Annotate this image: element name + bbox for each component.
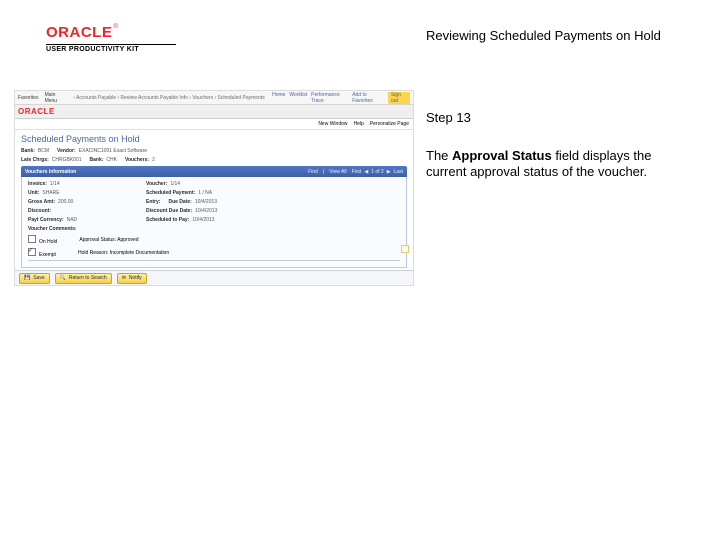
app-screenshot: Favorites Main Menu › Accounts Payable ›… [14, 90, 414, 286]
logo-subtitle: USER PRODUCTIVITY KIT [46, 46, 176, 53]
approvalstatus-value: Approved [117, 237, 138, 243]
notify-icon: ✉ [122, 275, 126, 281]
vendor-label: Vendor: [57, 148, 76, 154]
favorites-menu[interactable]: Favorites [18, 95, 39, 101]
hold-line-1: On Hold Approval Status: Approved [28, 235, 400, 245]
grid-viewall-link[interactable]: View All [329, 169, 346, 175]
addfavorites-link[interactable]: Add to Favorites [352, 92, 384, 104]
return-button[interactable]: 🔍Return to Search [55, 273, 112, 284]
pager-last[interactable]: Last [394, 169, 403, 175]
step-label: Step 13 [426, 110, 471, 125]
page-title: Reviewing Scheduled Payments on Hold [426, 28, 686, 43]
latechrgs-value: CHRGBK001 [52, 157, 82, 163]
hold-line-2: Exempt Hold Reason: Incomplete Documenta… [28, 248, 400, 258]
desc-bold: Approval Status [452, 148, 552, 163]
approvalstatus-label: Approval Status: [79, 237, 116, 243]
save-button[interactable]: 💾Save [19, 273, 50, 284]
vouchers-value: 2 [152, 157, 155, 163]
main-menu[interactable]: Main Menu [45, 92, 68, 104]
action-bar: 💾Save 🔍Return to Search ✉Notify [15, 270, 413, 285]
search-icon: 🔍 [60, 275, 66, 281]
holdreason-value: Incomplete Documentation [110, 250, 169, 256]
voucher-value: 1/14 [170, 181, 180, 187]
section-divider [28, 260, 400, 261]
resizer-handle[interactable] [401, 245, 409, 253]
form-title: Scheduled Payments on Hold [21, 134, 407, 144]
bankacct-value: CHK [106, 157, 117, 163]
unit-label: Unit: [28, 190, 39, 196]
grid-body: Invoice: 1/14 Voucher: 1/14 Unit: SHARE … [21, 177, 407, 268]
schedpay-label: Scheduled Payment: [146, 190, 195, 196]
grid-controls: Find | View All First ◀ 1 of 2 ▶ Last [308, 169, 403, 175]
notify-button[interactable]: ✉Notify [117, 273, 147, 284]
paycur-value: NAD [67, 217, 78, 223]
notify-button-label: Notify [129, 275, 142, 281]
schedtopay-label: Scheduled to Pay: [146, 217, 189, 223]
grid-find-link[interactable]: Find [308, 169, 318, 175]
page-body: Scheduled Payments on Hold Bank: BCM Ven… [15, 130, 413, 271]
vouchers-label: Vouchers: [125, 157, 149, 163]
voucher-label: Voucher: [146, 181, 167, 187]
home-link[interactable]: Home [272, 92, 285, 104]
discduedate-value: 10/4/2013 [195, 208, 217, 214]
vendor-value: EXACINC1001 Exact Software [79, 148, 147, 154]
brand-name: ORACLE [46, 24, 112, 41]
desc-prefix: The [426, 148, 452, 163]
onhold-label: On Hold [39, 239, 57, 245]
return-button-label: Return to Search [69, 275, 107, 281]
latechrgs-label: Late Chrgs: [21, 157, 49, 163]
step-description: The Approval Status field displays the c… [426, 148, 676, 181]
worklist-link[interactable]: Worklist [289, 92, 307, 104]
entry-label: Entry: [146, 199, 160, 205]
bank-value: BCM [38, 148, 49, 154]
bank-label: Bank: [21, 148, 35, 154]
save-button-label: Save [33, 275, 44, 281]
pager-count: 1 of 2 [371, 169, 384, 175]
bankacct-label: Bank: [90, 157, 104, 163]
page-toolbar: New Window Help Personalize Page [15, 119, 413, 130]
gross-label: Gross Amt: [28, 199, 55, 205]
perftrace-link[interactable]: Performance Trace [311, 92, 348, 104]
help-link[interactable]: Help [354, 121, 364, 127]
grid-title: Vouchers Information [25, 169, 76, 175]
duedate-label: Due Date: [168, 199, 191, 205]
meta-row-1: Bank: BCM Vendor: EXACINC1001 Exact Soft… [21, 148, 407, 154]
signout-button[interactable]: Sign out [388, 92, 410, 104]
invoice-value: 1/14 [50, 181, 60, 187]
schedtopay-value: 10/4/2013 [192, 217, 214, 223]
oracle-mini-logo: ORACLE [18, 107, 55, 116]
invoice-label: Invoice: [28, 181, 47, 187]
duedate-value: 10/4/2013 [195, 199, 217, 205]
comments-label: Voucher Comments: [28, 226, 77, 232]
breadcrumb: › Accounts Payable › Review Accounts Pay… [73, 95, 266, 101]
newwindow-link[interactable]: New Window [318, 121, 347, 127]
topbar-links: Home Worklist Performance Trace Add to F… [272, 92, 410, 104]
save-icon: 💾 [24, 275, 30, 281]
exempt-checkbox[interactable] [28, 248, 36, 256]
onhold-checkbox[interactable] [28, 235, 36, 243]
logo-rule [46, 44, 176, 45]
holdreason-label: Hold Reason: [78, 250, 108, 256]
personalize-link[interactable]: Personalize Page [370, 121, 409, 127]
grid-header: Vouchers Information Find | View All Fir… [21, 166, 407, 177]
unit-value: SHARE [42, 190, 59, 196]
oracle-upk-logo: ORACLE® USER PRODUCTIVITY KIT [46, 24, 176, 53]
pager-first[interactable]: First [352, 169, 362, 175]
meta-row-2: Late Chrgs: CHRGBK001 Bank: CHK Vouchers… [21, 157, 407, 163]
exempt-label: Exempt [39, 252, 56, 258]
paycur-label: Payt Currency: [28, 217, 64, 223]
brand-bar: ORACLE [15, 105, 413, 119]
schedpay-value: 1 / NA [198, 190, 212, 196]
discduedate-label: Discount Due Date: [146, 208, 192, 214]
trademark: ® [112, 24, 117, 30]
gross-value: 200.00 [58, 199, 73, 205]
breadcrumb-bar: Favorites Main Menu › Accounts Payable ›… [15, 91, 413, 105]
discount-label: Discount: [28, 208, 51, 214]
grid-pager: First ◀ 1 of 2 ▶ Last [352, 169, 403, 175]
